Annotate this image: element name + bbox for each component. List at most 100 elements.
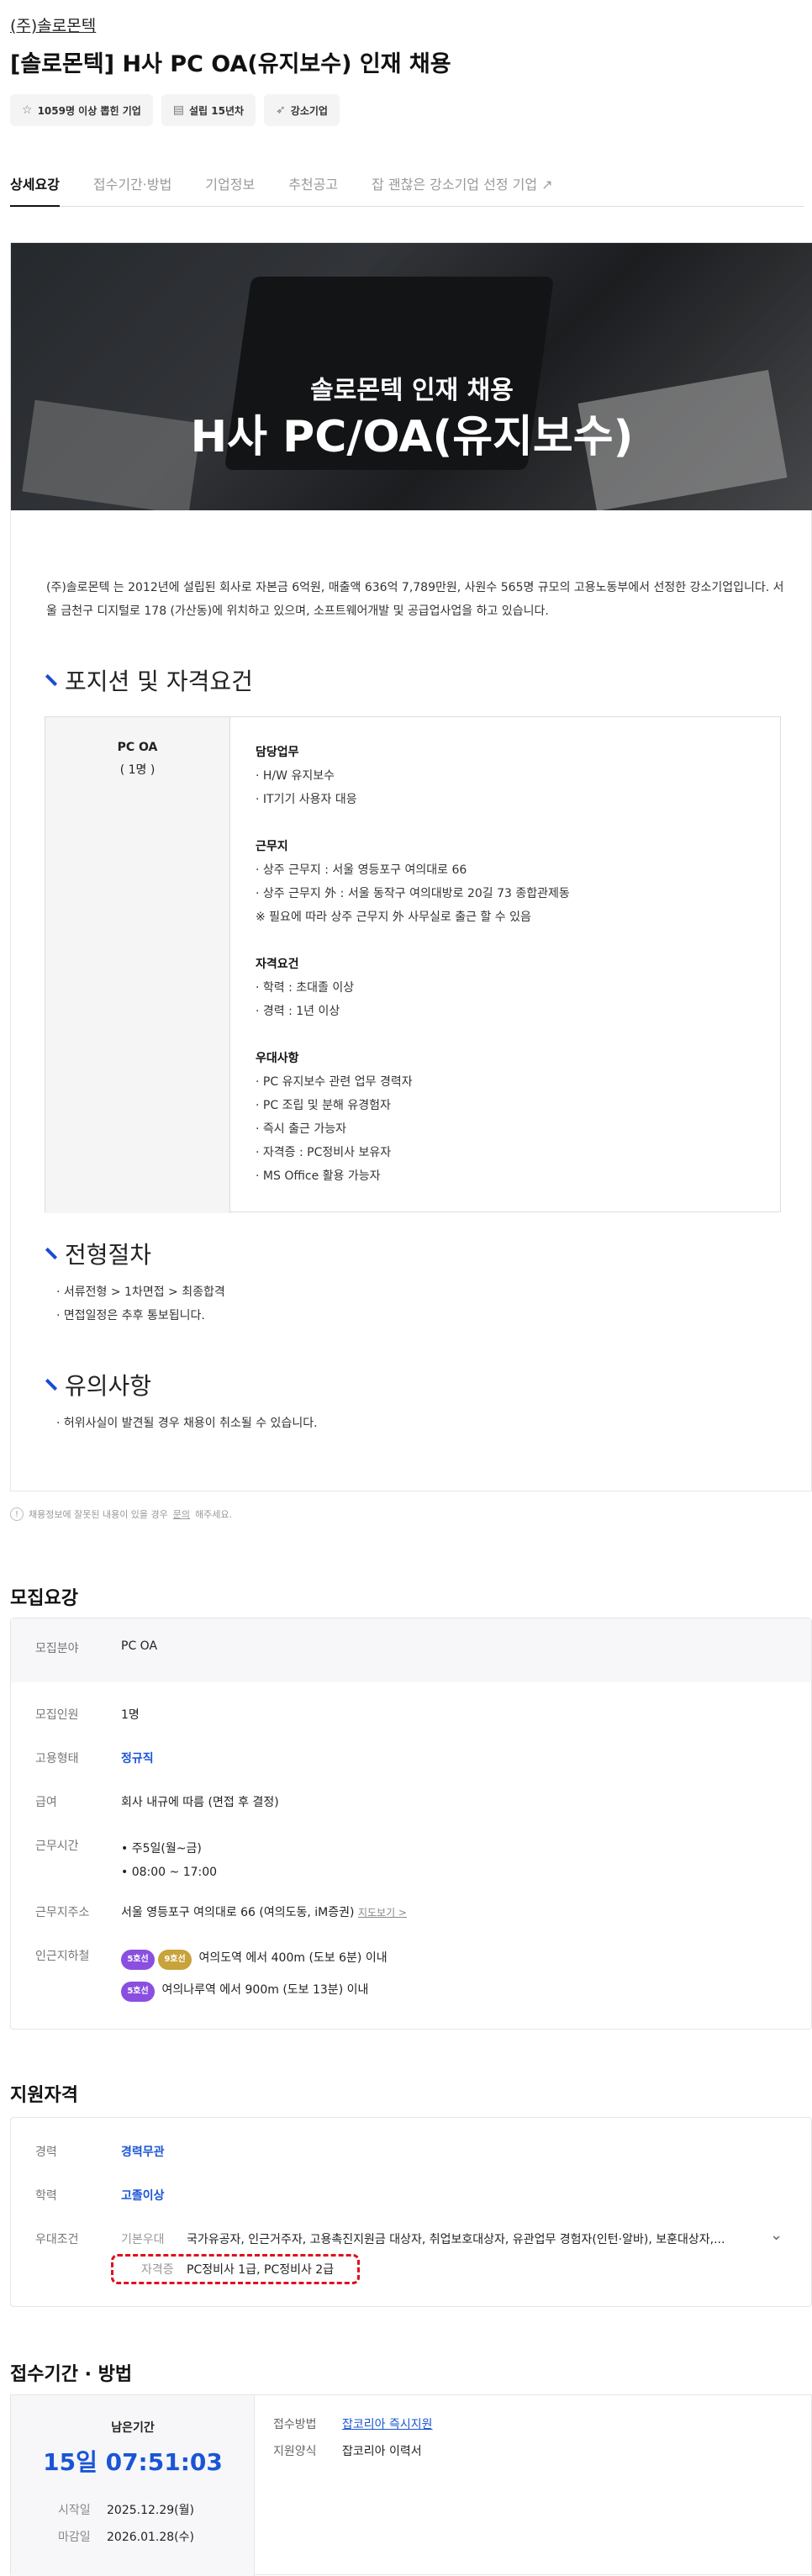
star-icon: ☆ <box>22 103 33 117</box>
recruit-heading: 모집요강 <box>10 1588 78 1609</box>
remaining-label: 남은기간 <box>111 2421 155 2435</box>
job-poster: 솔로몬텍 인재 채용 H사 PC/OA(유지보수) (주)솔로몬텍 는 2012… <box>10 242 812 1491</box>
detail-item: · 상주 근무지 外 : 서울 동작구 여의대방로 20길 73 종합관제동 <box>256 887 570 900</box>
recruit-count-label: 모집인원 <box>35 1708 79 1722</box>
detail-item: ※ 필요에 따라 상주 근무지 外 사무실로 출근 할 수 있음 <box>256 911 531 924</box>
info-icon: ! <box>10 1507 24 1521</box>
caution-list: · 허위사실이 발견될 경우 채용이 취소될 수 있습니다. <box>56 1412 318 1435</box>
tab-company-info[interactable]: 기업정보 <box>205 166 255 207</box>
recruit-count-value: 1명 <box>121 1708 140 1722</box>
employment-type-label: 고용형태 <box>35 1752 79 1766</box>
form-label: 지원양식 <box>273 2445 317 2458</box>
banner-title: H사 PC/OA(유지보수) <box>190 412 634 462</box>
detail-heading: 자격요건 <box>256 958 299 971</box>
inquiry-link[interactable]: 문의 <box>173 1507 190 1521</box>
job-title: [솔로몬텍] H사 PC OA(유지보수) 인재 채용 <box>10 51 451 77</box>
detail-item: · 경력 : 1년 이상 <box>256 1005 340 1018</box>
detail-item: · 즉시 출근 가능자 <box>256 1122 346 1136</box>
method-label: 접수방법 <box>273 2418 317 2431</box>
period-box: 남은기간 15일 07:51:03 시작일 2025.12.29(월) 마감일 … <box>10 2394 812 2576</box>
position-cell: PC OA ( 1명 ) <box>45 717 230 1213</box>
scroll-icon: ▤ <box>172 103 185 117</box>
subway-line-badge: 5호선 <box>121 1982 155 2002</box>
detail-item: · MS Office 활용 가능자 <box>256 1169 381 1183</box>
remaining-time: 15일 07:51:03 <box>43 2448 223 2476</box>
subway-row: 5호선 여의나루역 에서 900m (도보 13분) 이내 <box>121 1974 388 2006</box>
basic-pref-value: 국가유공자, 인근거주자, 고용촉진지원금 대상자, 취업보호대상자, 유관업무… <box>187 2233 725 2246</box>
subway-line-badge: 5호선 <box>121 1950 155 1970</box>
process-item: · 서류전형 > 1차면접 > 최종합격 <box>56 1285 225 1299</box>
form-value: 잡코리아 이력서 <box>342 2445 422 2458</box>
rocket-icon: ➶ <box>276 103 286 117</box>
education-label: 학력 <box>35 2189 57 2203</box>
chevron-down-icon[interactable]: ⌄ <box>770 2226 783 2244</box>
subway-text: 여의도역 에서 400m (도보 6분) 이내 <box>198 1951 388 1965</box>
section-heading-process: 전형절차 <box>45 1237 151 1270</box>
recruit-field-label: 모집분야 <box>35 1642 79 1655</box>
detail-item: · 자격증 : PC정비사 보유자 <box>256 1146 392 1159</box>
section-heading-label: 유의사항 <box>65 1372 152 1400</box>
position-name: PC OA <box>117 741 158 754</box>
company-badges: ☆ 1059명 이상 뽑힌 기업 ▤ 설립 15년차 ➶ 강소기업 <box>10 94 340 126</box>
start-date: 2025.12.29(월) <box>107 2504 194 2517</box>
banner-image: 솔로몬텍 인재 채용 H사 PC/OA(유지보수) <box>11 243 812 510</box>
hours-item: • 주5일(월~금) <box>121 1842 202 1855</box>
detail-item: · IT기기 사용자 대응 <box>256 793 357 806</box>
slash-icon <box>45 1247 58 1260</box>
subway-row: 5호선 9호선 여의도역 에서 400m (도보 6분) 이내 <box>121 1942 388 1974</box>
preference-label: 우대조건 <box>35 2233 79 2246</box>
end-label: 마감일 <box>58 2531 91 2544</box>
subway-text: 여의나루역 에서 900m (도보 13분) 이내 <box>161 1983 369 1997</box>
position-table: PC OA ( 1명 ) 담당업무 · H/W 유지보수 · IT기기 사용자 … <box>45 716 781 1213</box>
tab-details[interactable]: 상세요강 <box>10 166 60 207</box>
career-label: 경력 <box>35 2146 57 2159</box>
section-heading-label: 전형절차 <box>65 1241 152 1269</box>
badge-label: 1059명 이상 뽑힌 기업 <box>37 104 141 117</box>
subway-line-badge: 9호선 <box>158 1950 192 1970</box>
address-text: 서울 영등포구 여의대로 66 (여의도동, iM증권) <box>121 1906 355 1919</box>
process-list: · 서류전형 > 1차면접 > 최종합격 · 면접일정은 추후 통보됩니다. <box>56 1280 225 1328</box>
detail-heading: 우대사항 <box>256 1052 299 1065</box>
career-value: 경력무관 <box>121 2146 165 2159</box>
basic-pref-label: 기본우대 <box>121 2233 165 2246</box>
address-label: 근무지주소 <box>35 1906 90 1919</box>
salary-label: 급여 <box>35 1796 57 1809</box>
detail-heading: 담당업무 <box>256 746 299 759</box>
period-heading: 접수기간 · 방법 <box>10 2364 133 2385</box>
detail-item: · PC 조립 및 분해 유경험자 <box>256 1099 391 1112</box>
hours-values: • 주5일(월~금) • 08:00 ~ 17:00 <box>121 1837 217 1884</box>
tab-strong-company-link[interactable]: 잡 괜찮은 강소기업 선정 기업 ↗ <box>372 166 552 207</box>
external-link-icon: ↗ <box>541 177 553 193</box>
report-notice: ! 채용정보에 잘못된 내용이 있을 경우 문의 해주세요. <box>10 1507 232 1521</box>
caution-item: · 허위사실이 발견될 경우 채용이 취소될 수 있습니다. <box>56 1417 318 1430</box>
position-details: 담당업무 · H/W 유지보수 · IT기기 사용자 대응 근무지 · 상주 근… <box>256 741 760 1188</box>
detail-item: · PC 유지보수 관련 업무 경력자 <box>256 1075 413 1089</box>
qualify-heading: 지원자격 <box>10 2085 78 2106</box>
education-value: 고졸이상 <box>121 2189 165 2203</box>
address-value: 서울 영등포구 여의대로 66 (여의도동, iM증권) 지도보기 > <box>121 1903 407 1920</box>
slash-icon <box>45 1378 58 1391</box>
tab-label: 잡 괜찮은 강소기업 선정 기업 <box>372 177 538 193</box>
notice-text: 해주세요. <box>195 1509 233 1520</box>
tab-application-period[interactable]: 접수기간·방법 <box>93 166 171 207</box>
subway-list: 5호선 9호선 여의도역 에서 400m (도보 6분) 이내 5호선 여의나루역… <box>121 1942 388 2006</box>
badge-label: 설립 15년차 <box>189 104 245 117</box>
company-name-link[interactable]: (주)솔로몬텍 <box>10 13 96 36</box>
badge-hires: ☆ 1059명 이상 뽑힌 기업 <box>10 94 153 126</box>
badge-founded: ▤ 설립 15년차 <box>161 94 256 126</box>
recruit-field-value: PC OA <box>121 1639 158 1653</box>
section-heading-caution: 유의사항 <box>45 1368 151 1401</box>
badge-strong-company: ➶ 강소기업 <box>264 94 340 126</box>
highlight-box <box>111 2254 360 2284</box>
section-heading-position: 포지션 및 자격요건 <box>45 663 253 697</box>
hours-label: 근무시간 <box>35 1840 79 1853</box>
remaining-panel: 남은기간 15일 07:51:03 시작일 2025.12.29(월) 마감일 … <box>11 2395 255 2576</box>
section-heading-label: 포지션 및 자격요건 <box>65 668 253 695</box>
map-link[interactable]: 지도보기 > <box>358 1907 407 1919</box>
tab-recommended[interactable]: 추천공고 <box>288 166 338 207</box>
apply-now-link[interactable]: 잡코리아 즉시지원 <box>342 2415 433 2432</box>
detail-tabs: 상세요강 접수기간·방법 기업정보 추천공고 잡 괜찮은 강소기업 선정 기업 … <box>10 166 804 207</box>
position-count: ( 1명 ) <box>119 763 156 777</box>
end-date: 2026.01.28(수) <box>107 2531 194 2544</box>
subway-label: 인근지하철 <box>35 1950 90 1963</box>
